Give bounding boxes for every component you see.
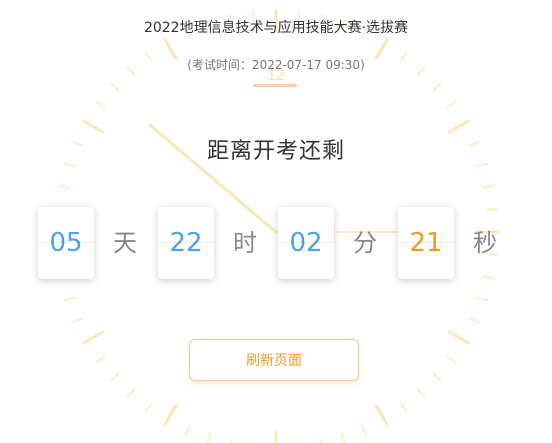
countdown-heading: 距离开考还剩: [206, 139, 345, 164]
countdown-minutes-box: 02: [278, 207, 334, 279]
refresh-page-button[interactable]: 刷新页面: [189, 339, 359, 381]
countdown-seconds-unit: 秒: [473, 229, 497, 257]
countdown-hours-unit: 时: [233, 229, 257, 257]
countdown-days-box: 05: [38, 207, 94, 279]
exam-time: (考试时间：2022-07-17 09:30): [187, 58, 365, 72]
countdown-days-unit: 天: [113, 229, 137, 257]
exam-title: 2022地理信息技术与应用技能大赛·选拔赛: [143, 20, 409, 36]
countdown-seconds-box: 21: [398, 207, 454, 279]
title-underline-divider: [253, 84, 297, 87]
countdown-hours-box: 22: [158, 207, 214, 279]
countdown-minutes-unit: 分: [353, 229, 377, 257]
main-content: 2022地理信息技术与应用技能大赛·选拔赛 (考试时间：2022-07-17 0…: [0, 0, 552, 443]
countdown-page: 12 2022地理信息技术与应用技能大赛·选拔赛 (考试时间：2022-07-1…: [0, 0, 552, 443]
countdown-timer: 05 天 22 时 02 分 21 秒: [0, 207, 552, 279]
